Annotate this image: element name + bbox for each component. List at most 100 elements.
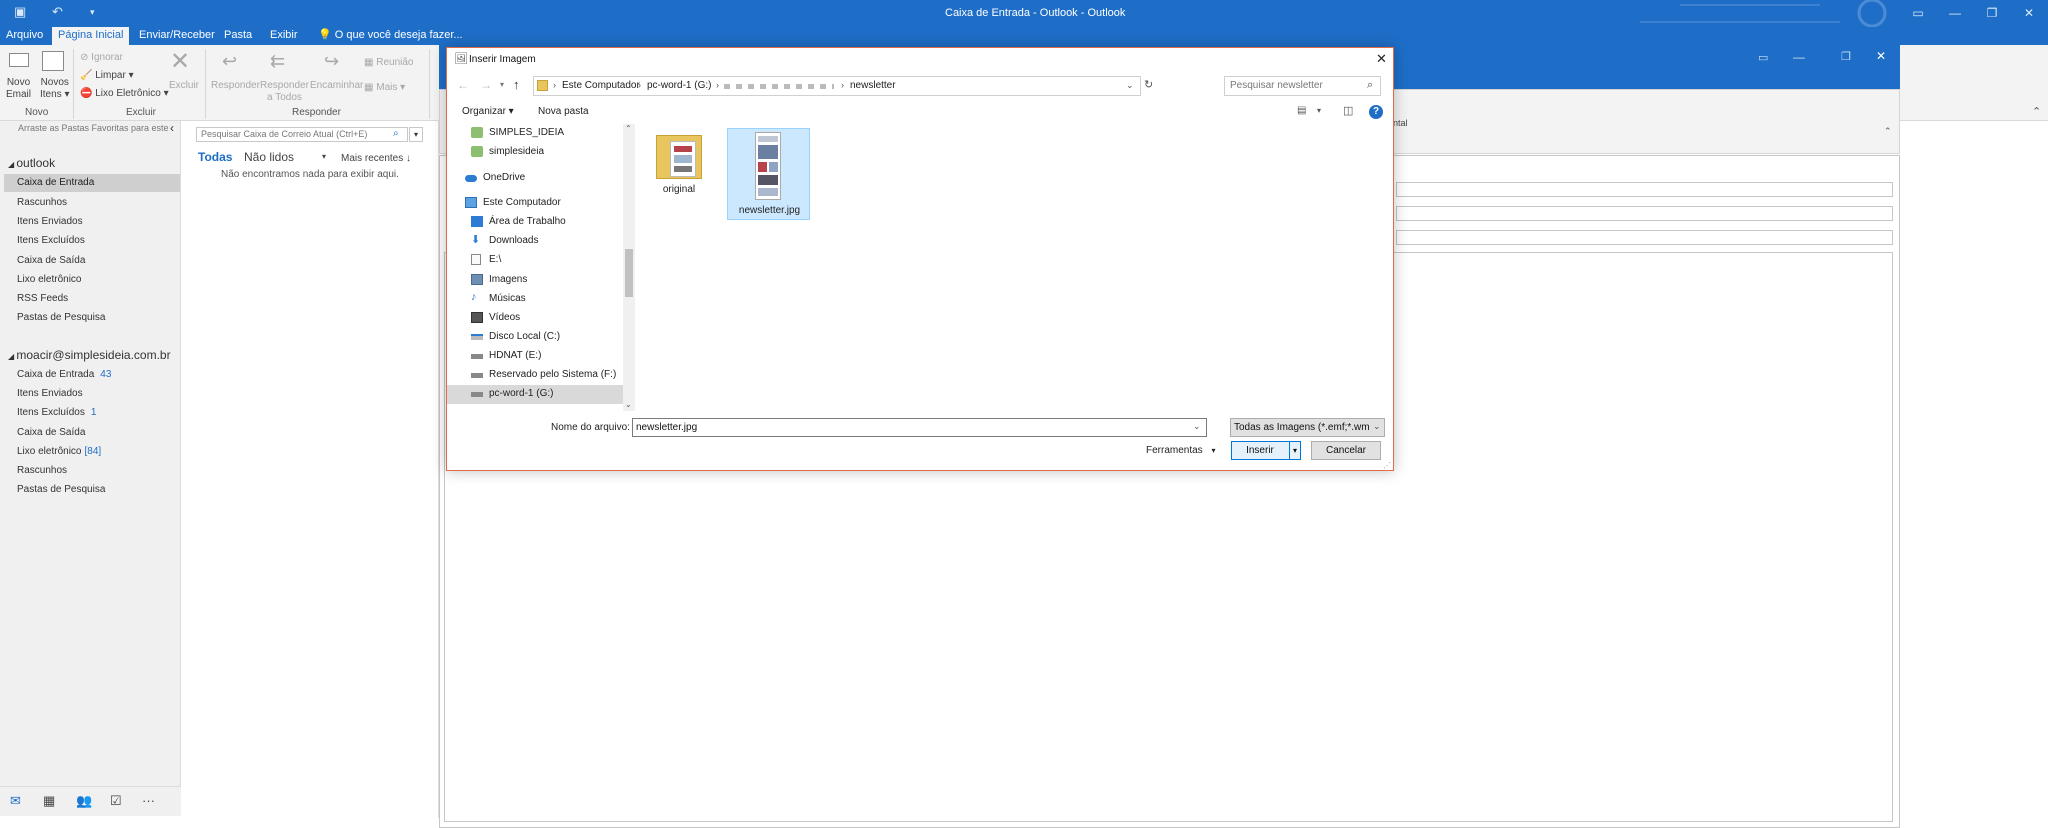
compose-restore-icon[interactable]: ❐ bbox=[1841, 50, 1851, 63]
tree-simplesideia[interactable]: simplesideia bbox=[447, 143, 623, 162]
undo-icon[interactable]: ↶ bbox=[52, 5, 63, 19]
folder-rss-feeds[interactable]: RSS Feeds bbox=[17, 293, 68, 304]
folder-pastas-de-pesquisa[interactable]: Pastas de Pesquisa bbox=[17, 312, 105, 323]
tree-downloads[interactable]: ⬇ Downloads bbox=[447, 232, 623, 251]
cc-field[interactable] bbox=[1396, 206, 1893, 221]
organize-button[interactable]: Organizar ▾ bbox=[462, 106, 514, 117]
address-dropdown-icon[interactable]: ⌄ bbox=[1126, 80, 1134, 91]
breadcrumb-newsletter[interactable]: newsletter bbox=[850, 80, 896, 91]
tab-pagina-inicial[interactable]: Página Inicial bbox=[52, 27, 130, 45]
tree-imagens[interactable]: Imagens bbox=[447, 271, 623, 290]
view-options-icon[interactable]: ▤ bbox=[1297, 105, 1306, 116]
file-item-original[interactable]: original bbox=[646, 129, 712, 197]
resize-grip-icon[interactable]: ⋰ bbox=[1383, 461, 1391, 470]
more-modules-icon[interactable]: ··· bbox=[142, 793, 155, 808]
restore-icon[interactable]: ❐ bbox=[1977, 4, 2007, 22]
folder-itens-enviados[interactable]: Itens Enviados bbox=[17, 216, 83, 227]
search-icon[interactable]: ⌕ bbox=[393, 128, 399, 139]
tasks-icon[interactable]: ☑ bbox=[110, 793, 122, 809]
tree-pc-word-1-g[interactable]: pc-word-1 (G:) bbox=[447, 385, 623, 404]
tree-videos[interactable]: Vídeos bbox=[447, 309, 623, 328]
file-type-dropdown-icon[interactable]: ⌄ bbox=[1373, 421, 1381, 432]
filename-input[interactable]: newsletter.jpg ⌄ bbox=[632, 418, 1207, 437]
dialog-search-box[interactable]: Pesquisar newsletter ⌕ bbox=[1224, 76, 1381, 96]
scroll-thumb[interactable] bbox=[625, 249, 633, 297]
ribbon-display-icon[interactable]: ▭ bbox=[1903, 4, 1933, 22]
tab-enviar-receber[interactable]: Enviar/Receber bbox=[133, 27, 221, 45]
junk-button[interactable]: ⛔ Lixo Eletrônico ▾ bbox=[80, 88, 169, 99]
tree-simples-ideia[interactable]: SIMPLES_IDEIA bbox=[447, 124, 623, 143]
filter-unread[interactable]: Não lidos bbox=[244, 150, 294, 164]
tree-este-computador[interactable]: Este Computador bbox=[447, 194, 623, 213]
folder-caixa-de-entrada-2[interactable]: Caixa de Entrada 43 bbox=[17, 369, 111, 380]
folder-lixo-eletronico-2[interactable]: Lixo eletrônico [84] bbox=[17, 446, 101, 457]
folder-pastas-de-pesquisa-2[interactable]: Pastas de Pesquisa bbox=[17, 484, 105, 495]
ignore-button[interactable]: ⊘ Ignorar bbox=[80, 52, 123, 63]
forward-button[interactable]: Encaminhar bbox=[310, 80, 363, 91]
folder-caixa-de-saida-2[interactable]: Caixa de Saída bbox=[17, 427, 85, 438]
collapse-ribbon-icon[interactable]: ⌃ bbox=[1884, 126, 1892, 137]
tree-area-de-trabalho[interactable]: Área de Trabalho bbox=[447, 213, 623, 232]
folder-rascunhos[interactable]: Rascunhos bbox=[17, 197, 67, 208]
search-box[interactable]: Pesquisar Caixa de Correio Atual (Ctrl+E… bbox=[196, 127, 408, 142]
tell-me-box[interactable]: 💡 O que você deseja fazer... bbox=[312, 27, 469, 45]
refresh-icon[interactable]: ↻ bbox=[1144, 78, 1158, 96]
insert-button[interactable]: Inserir ▾ bbox=[1231, 441, 1301, 460]
back-arrow-icon[interactable]: ← bbox=[457, 78, 469, 92]
quick-access-dropdown-icon[interactable]: ▾ bbox=[90, 5, 95, 19]
cancel-button[interactable]: Cancelar bbox=[1311, 441, 1381, 460]
mail-icon[interactable]: ✉ bbox=[10, 793, 21, 809]
forward-arrow-icon[interactable]: → bbox=[480, 78, 492, 92]
filter-dropdown-icon[interactable]: ▾ bbox=[322, 152, 326, 161]
breadcrumb-este-computador[interactable]: Este Computador bbox=[562, 80, 640, 91]
insert-dropdown-icon[interactable]: ▾ bbox=[1289, 442, 1300, 459]
account-outlook[interactable]: ◢ outlook bbox=[8, 156, 55, 170]
folder-itens-excluidos[interactable]: Itens Excluídos bbox=[17, 235, 85, 246]
search-icon[interactable]: ⌕ bbox=[1367, 79, 1373, 92]
folder-itens-enviados-2[interactable]: Itens Enviados bbox=[17, 388, 83, 399]
to-field[interactable] bbox=[1396, 182, 1893, 197]
filename-dropdown-icon[interactable]: ⌄ bbox=[1193, 421, 1201, 432]
file-type-select[interactable]: Todas as Imagens (*.emf;*.wmf ⌄ bbox=[1230, 418, 1385, 437]
tab-pasta[interactable]: Pasta bbox=[218, 27, 258, 45]
close-icon[interactable]: ✕ bbox=[2014, 4, 2044, 22]
minimize-icon[interactable]: — bbox=[1940, 4, 1970, 22]
sort-button[interactable]: Mais recentes ↓ bbox=[341, 153, 411, 164]
scroll-up-icon[interactable]: ⌃ bbox=[625, 124, 632, 133]
tab-exibir[interactable]: Exibir bbox=[264, 27, 304, 45]
compose-close-icon[interactable]: ✕ bbox=[1876, 49, 1886, 63]
dialog-close-icon[interactable]: ✕ bbox=[1376, 51, 1387, 67]
new-email-button[interactable]: Novo Email bbox=[6, 77, 31, 101]
folder-caixa-de-entrada[interactable]: Caixa de Entrada bbox=[4, 174, 180, 192]
account-moacir[interactable]: ◢ moacir@simplesideia.com.br bbox=[8, 348, 171, 362]
filter-all[interactable]: Todas bbox=[198, 150, 232, 164]
main-collapse-ribbon-icon[interactable]: ⌃ bbox=[2032, 105, 2041, 118]
search-scope-dropdown[interactable]: ▾ bbox=[409, 127, 423, 142]
help-icon[interactable]: ? bbox=[1369, 105, 1383, 119]
reply-button[interactable]: Responder bbox=[211, 80, 260, 91]
folder-rascunhos-2[interactable]: Rascunhos bbox=[17, 465, 67, 476]
compose-ribbon-display-icon[interactable]: ▭ bbox=[1758, 51, 1768, 64]
delete-button[interactable]: Excluir bbox=[169, 80, 199, 91]
tree-e-drive[interactable]: E:\ bbox=[447, 251, 623, 270]
subject-field[interactable] bbox=[1396, 230, 1893, 245]
tree-scrollbar[interactable]: ⌃ ⌄ bbox=[623, 124, 635, 411]
breadcrumb-drive[interactable]: pc-word-1 (G:) bbox=[647, 80, 711, 91]
reply-all-button[interactable]: Responder a Todos bbox=[260, 80, 309, 104]
people-icon[interactable]: 👥 bbox=[76, 793, 92, 809]
folder-caixa-de-saida[interactable]: Caixa de Saída bbox=[17, 255, 85, 266]
tree-disco-local-c[interactable]: Disco Local (C:) bbox=[447, 328, 623, 347]
up-arrow-icon[interactable]: ↑ bbox=[513, 77, 520, 92]
preview-pane-icon[interactable]: ◫ bbox=[1343, 104, 1353, 117]
tree-reservado-f[interactable]: Reservado pelo Sistema (F:) bbox=[447, 366, 623, 385]
new-folder-button[interactable]: Nova pasta bbox=[538, 106, 589, 117]
tree-musicas[interactable]: ♪ Músicas bbox=[447, 290, 623, 309]
clean-up-button[interactable]: 🧹 Limpar ▾ bbox=[80, 70, 134, 81]
more-respond-button[interactable]: ▦ Mais ▾ bbox=[364, 82, 405, 93]
view-dropdown-icon[interactable]: ▾ bbox=[1317, 106, 1321, 115]
new-items-button[interactable]: Novos Itens ▾ bbox=[40, 77, 70, 101]
tree-hdnat-e[interactable]: HDNAT (E:) bbox=[447, 347, 623, 366]
tree-onedrive[interactable]: OneDrive bbox=[447, 169, 623, 188]
tab-arquivo[interactable]: Arquivo bbox=[0, 27, 49, 45]
folder-itens-excluidos-2[interactable]: Itens Excluídos 1 bbox=[17, 407, 96, 418]
